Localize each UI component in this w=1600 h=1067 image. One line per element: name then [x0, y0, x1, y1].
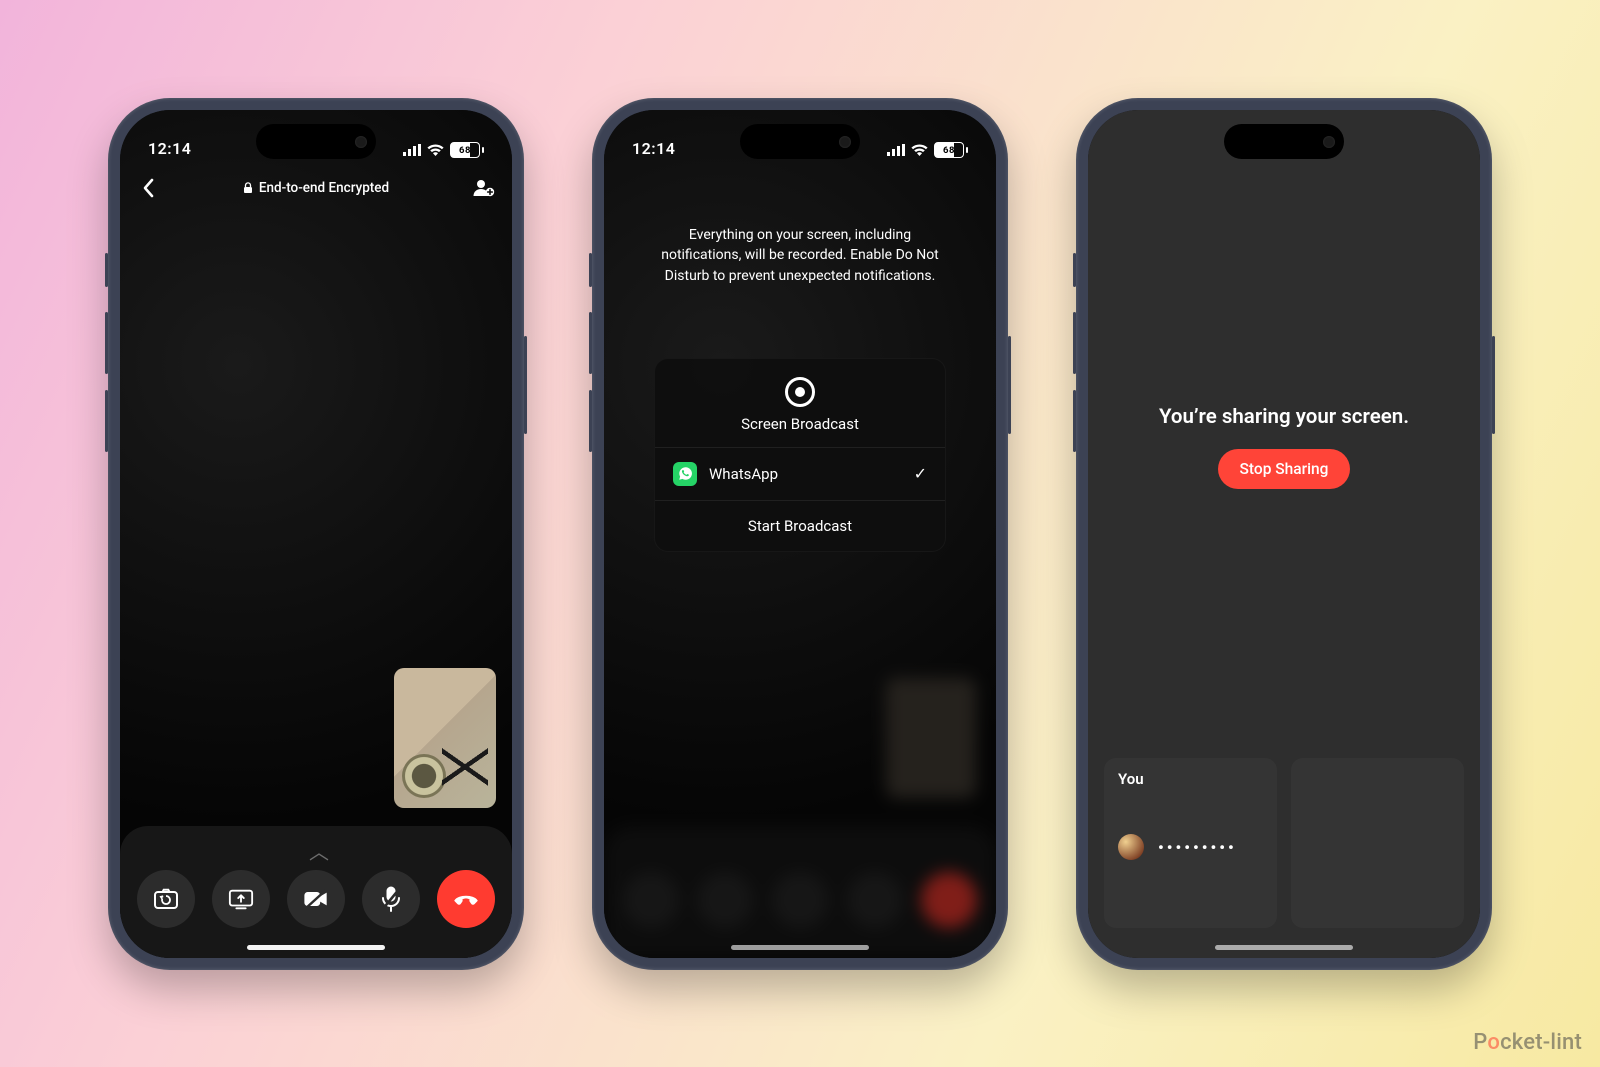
phone-frame-2: 12:14 68 Everything on your screen, incl…: [592, 98, 1008, 970]
whatsapp-icon: [673, 462, 697, 486]
wifi-icon: [427, 144, 444, 156]
broadcast-sheet-title: Screen Broadcast: [655, 415, 945, 433]
broadcast-prompt-screen: 12:14 68 Everything on your screen, incl…: [604, 110, 996, 958]
home-indicator[interactable]: [1215, 945, 1353, 950]
broadcast-sheet: Screen Broadcast WhatsApp ✓ Start Broadc…: [654, 358, 946, 552]
call-header: End-to-end Encrypted: [160, 180, 472, 196]
end-call-button[interactable]: [437, 870, 495, 928]
avatar: [1118, 834, 1144, 860]
home-indicator[interactable]: [247, 945, 385, 950]
camera-off-icon: [303, 886, 329, 912]
dynamic-island: [740, 124, 860, 159]
stop-sharing-button[interactable]: Stop Sharing: [1218, 449, 1351, 489]
broadcast-overlay: Everything on your screen, including not…: [604, 110, 996, 958]
status-time: 12:14: [148, 139, 191, 158]
participant-strip: You •••••••••: [1088, 758, 1480, 928]
drag-handle-icon[interactable]: ︿: [309, 836, 323, 865]
camera-off-button[interactable]: [287, 870, 345, 928]
mic-off-icon: [378, 886, 404, 912]
broadcast-app-row[interactable]: WhatsApp ✓: [655, 447, 945, 500]
watermark: Pocket-lint: [1473, 1030, 1582, 1055]
flip-camera-button[interactable]: [137, 870, 195, 928]
mute-button[interactable]: [362, 870, 420, 928]
encryption-label: End-to-end Encrypted: [259, 180, 389, 196]
phone-frame-3: You’re sharing your screen. Stop Sharing…: [1076, 98, 1492, 970]
broadcast-warning-text: Everything on your screen, including not…: [650, 225, 950, 286]
dynamic-island: [256, 124, 376, 159]
screen-share-icon: [228, 886, 254, 912]
share-screen-button[interactable]: [212, 870, 270, 928]
record-icon: [785, 377, 815, 407]
participant-name-redacted: •••••••••: [1158, 838, 1237, 857]
call-controls-dock[interactable]: ︿: [120, 826, 512, 958]
start-broadcast-button[interactable]: Start Broadcast: [655, 500, 945, 551]
back-button[interactable]: [136, 178, 160, 198]
sharing-headline: You’re sharing your screen.: [1088, 405, 1480, 429]
promo-canvas: 12:14 68 End-to-end En: [0, 0, 1600, 1067]
call-screen: 12:14 68 End-to-end En: [120, 110, 512, 958]
broadcast-app-name: WhatsApp: [709, 465, 902, 483]
battery-indicator: 68: [450, 142, 484, 158]
home-indicator[interactable]: [731, 945, 869, 950]
lock-icon: [243, 182, 253, 194]
end-call-icon: [453, 886, 479, 912]
cellular-icon: [403, 144, 421, 156]
participant-label: You: [1118, 770, 1263, 788]
dynamic-island: [1224, 124, 1344, 159]
phone-frame-1: 12:14 68 End-to-end En: [108, 98, 524, 970]
sharing-active-screen: You’re sharing your screen. Stop Sharing…: [1088, 110, 1480, 958]
chevron-left-icon: [142, 178, 154, 198]
participant-card-you[interactable]: You •••••••••: [1104, 758, 1277, 928]
flip-camera-icon: [153, 886, 179, 912]
add-user-icon: [473, 179, 495, 197]
participant-card-other[interactable]: [1291, 758, 1464, 928]
add-participant-button[interactable]: [472, 179, 496, 197]
self-view-thumbnail[interactable]: [394, 668, 496, 808]
checkmark-icon: ✓: [914, 464, 927, 483]
